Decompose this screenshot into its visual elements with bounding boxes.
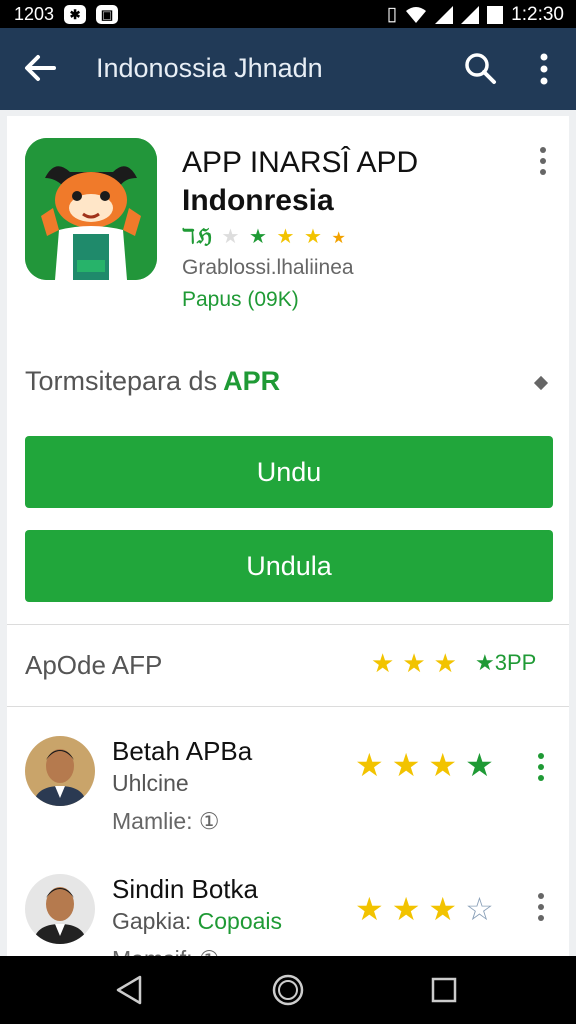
star-icon: ★ xyxy=(249,226,269,248)
star-icon: ★ xyxy=(355,891,384,927)
star-icon: ★ xyxy=(433,648,457,678)
navigation-bar xyxy=(0,956,576,1024)
install-label-accent: APR xyxy=(223,366,281,396)
reviews-average-stars: ★ ★ ★ xyxy=(371,648,457,679)
star-icon: ★ xyxy=(371,648,395,678)
page-title: Indonossia Jhnadn xyxy=(96,53,323,83)
star-icon: ★ xyxy=(465,747,494,783)
review-subtitle: Uhlcine xyxy=(112,770,189,796)
more-vert-icon[interactable] xyxy=(530,52,558,86)
review-meta: Mamlie: ① xyxy=(112,808,220,834)
nav-back-icon[interactable] xyxy=(112,972,148,1008)
download-secondary-button[interactable]: Undula xyxy=(25,530,553,602)
divider xyxy=(7,624,569,625)
app-detail-card: APP INARSÎ APD Indonresia ℸℌ ★ ★ ★ ★ ★ G… xyxy=(7,116,569,972)
status-time-right: 1:2:30 xyxy=(511,3,564,25)
star-icon: ★ xyxy=(355,747,384,783)
star-outline-icon: ☆ xyxy=(465,891,494,927)
status-bar: 1203 ✱ ▣ ▯ 1:2:30 xyxy=(0,0,576,28)
popularity-count: Papus (09K) xyxy=(182,288,299,311)
app-name-line2: Indonresia xyxy=(182,184,334,217)
rating-label: ℸℌ xyxy=(182,226,214,248)
review-subtitle-text: Gapkia: xyxy=(112,908,192,934)
review-item[interactable]: Betah APBa Uhlcine Mamlie: ① ★ ★ ★ ★ xyxy=(7,726,569,866)
avatar[interactable] xyxy=(25,736,95,806)
review-subtitle-link[interactable]: Copoais xyxy=(198,908,282,934)
nav-home-icon[interactable] xyxy=(270,972,306,1008)
more-vert-icon[interactable] xyxy=(535,146,551,176)
wifi-icon xyxy=(406,6,427,23)
diamond-icon xyxy=(533,375,549,391)
vibrate-icon: ▯ xyxy=(386,4,398,25)
app-name: APP INARSÎ APD Indonresia xyxy=(182,144,418,220)
nav-recents-icon[interactable] xyxy=(426,972,462,1008)
star-icon: ★ xyxy=(428,747,458,783)
star-icon: ★ xyxy=(331,230,348,247)
reviews-count: ★3PP xyxy=(475,650,536,676)
app-icon[interactable] xyxy=(25,138,157,280)
review-stars: ★ ★ ★ ☆ xyxy=(355,890,494,928)
back-arrow-icon[interactable] xyxy=(20,48,60,88)
review-subtitle: Gapkia: Copoais xyxy=(112,908,282,935)
star-icon: ★ xyxy=(402,648,426,678)
review-author: Sindin Botka xyxy=(112,874,258,904)
star-icon: ★ xyxy=(221,226,242,248)
message-icon: ▣ xyxy=(96,5,119,24)
status-time-left: 1203 xyxy=(14,4,55,24)
star-icon: ★ xyxy=(391,891,421,927)
review-author: Betah APBa xyxy=(112,736,253,766)
install-label-text: Tormsitepara ds xyxy=(25,366,218,396)
review-stars: ★ ★ ★ ★ xyxy=(355,746,494,784)
app-bar: Indonossia Jhnadn xyxy=(0,28,576,110)
android-debug-icon: ✱ xyxy=(64,5,87,24)
avatar[interactable] xyxy=(25,874,95,944)
install-section-label: Tormsitepara ds APR xyxy=(25,366,280,397)
search-icon[interactable] xyxy=(462,50,498,86)
developer-name[interactable]: Grablossi.lhaliinea xyxy=(182,256,354,280)
download-button[interactable]: Undu xyxy=(25,436,553,508)
more-vert-icon[interactable] xyxy=(533,892,549,922)
mascot-icon xyxy=(25,138,157,280)
star-icon: ★ xyxy=(276,226,297,248)
signal-icon xyxy=(461,5,480,24)
app-rating: ℸℌ ★ ★ ★ ★ ★ xyxy=(182,224,348,249)
star-icon: ★ xyxy=(391,747,421,783)
signal-icon xyxy=(435,5,454,24)
app-name-line1: APP INARSÎ APD xyxy=(182,146,419,179)
reviews-count-text: 3PP xyxy=(494,650,537,675)
star-icon: ★ xyxy=(304,226,324,248)
battery-icon xyxy=(487,5,504,24)
star-icon: ★ xyxy=(475,650,495,675)
divider xyxy=(7,706,569,707)
reviews-header: ApOde AFP xyxy=(25,650,163,680)
more-vert-icon[interactable] xyxy=(533,752,549,782)
star-icon: ★ xyxy=(428,891,458,927)
